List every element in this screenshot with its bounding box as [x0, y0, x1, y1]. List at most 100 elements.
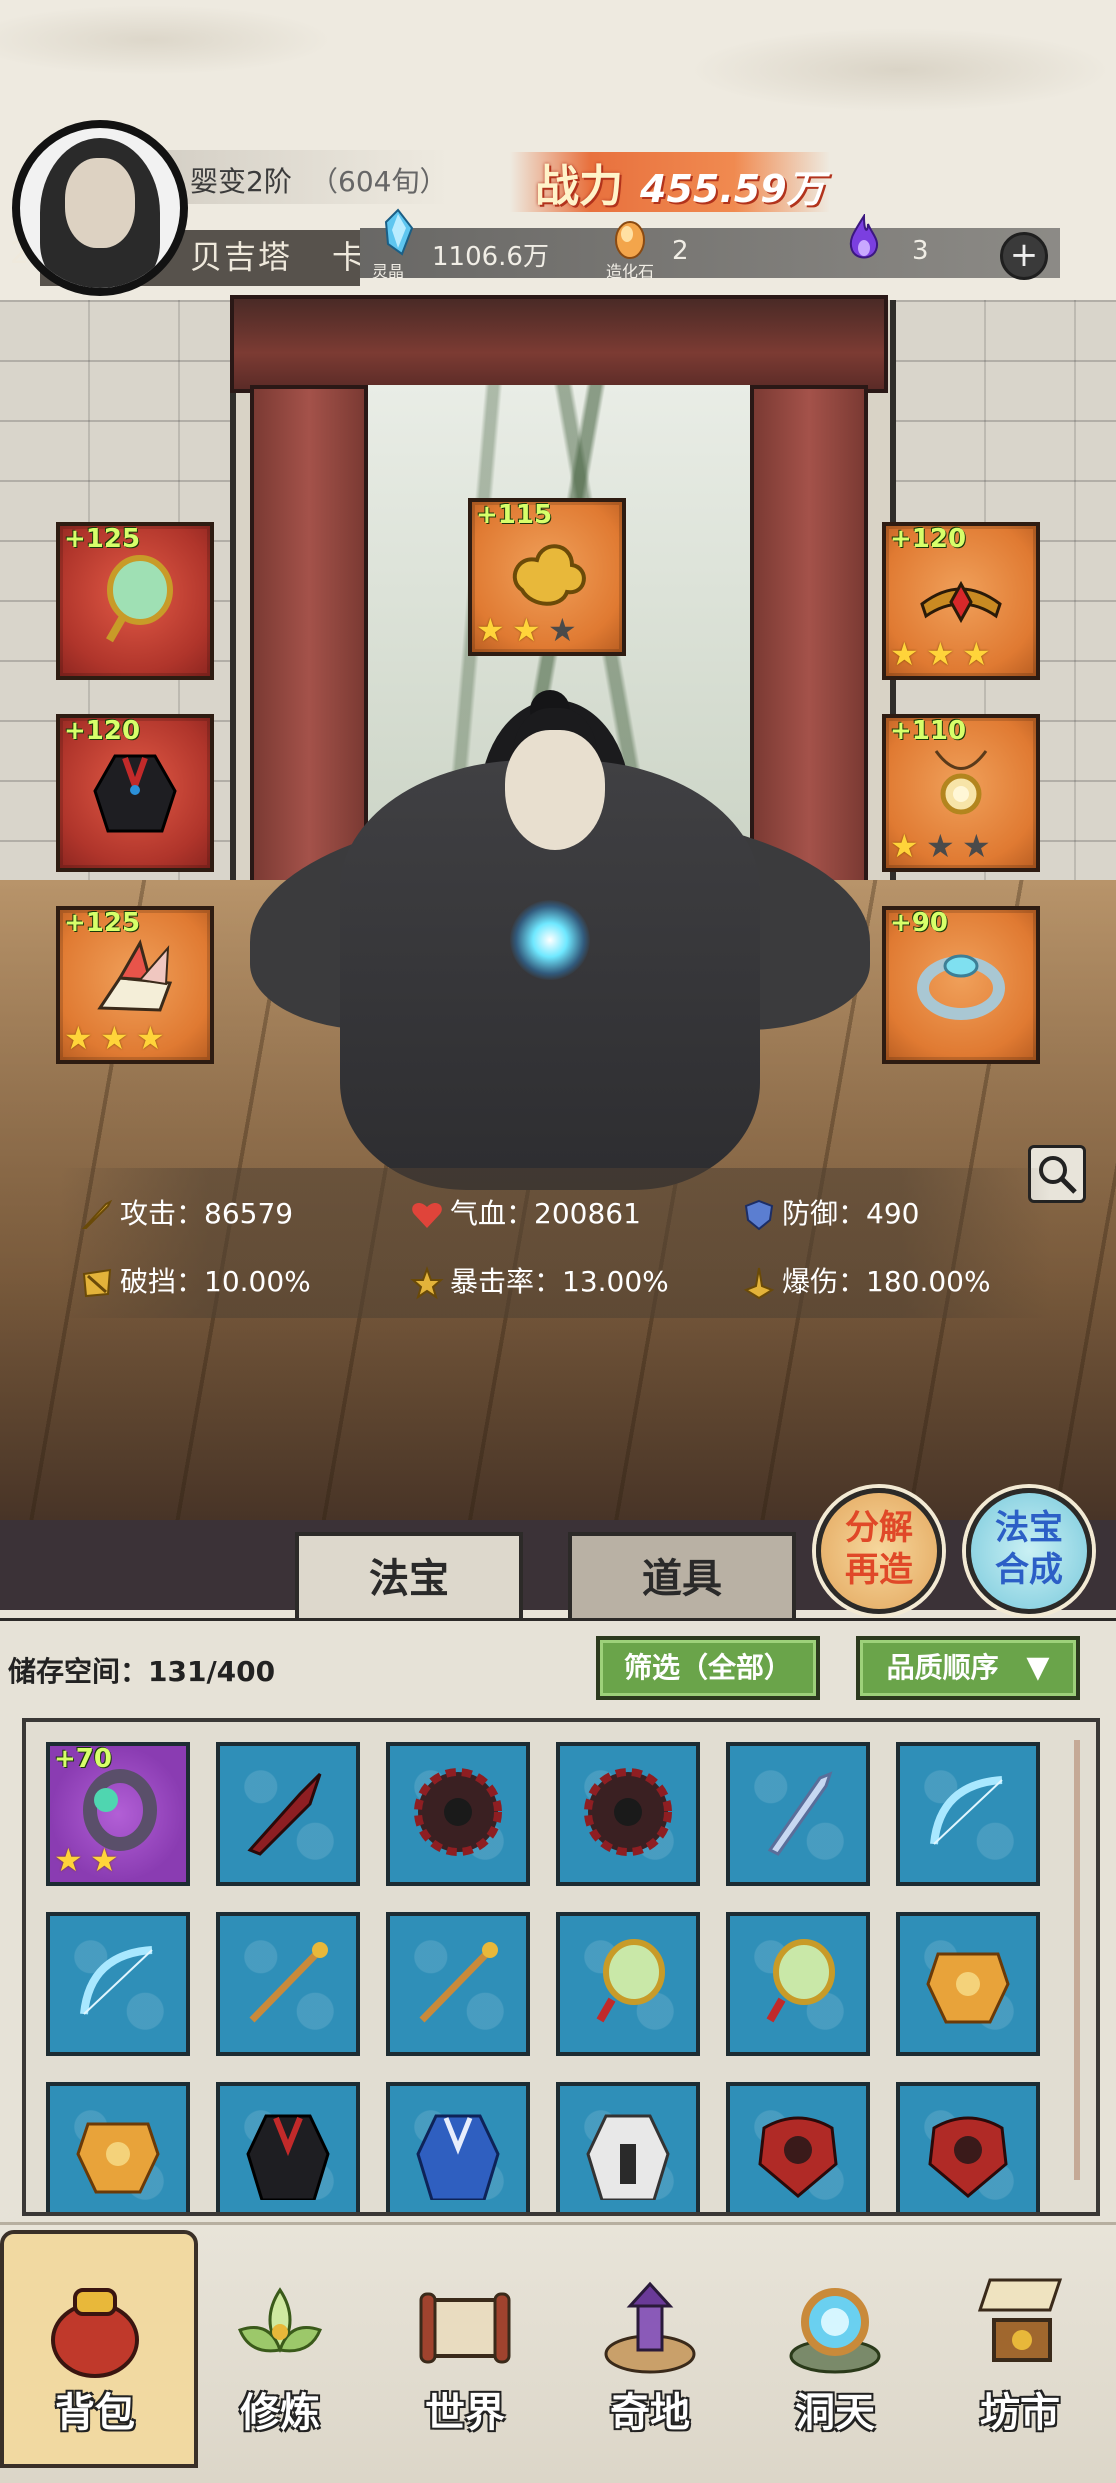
star-rating: ★ ★ ★ — [890, 638, 994, 674]
inventory-item[interactable] — [896, 1742, 1040, 1886]
stat-defense-text: 防御：490 — [782, 1197, 920, 1230]
stat-attack: 攻击：86579 — [80, 1192, 293, 1232]
inventory-item[interactable] — [386, 2082, 530, 2212]
nav-backpack[interactable]: 背包 — [5, 2260, 185, 2460]
equip-slot-right-3[interactable]: +90 — [882, 906, 1040, 1064]
merge-label: 法宝 合成 — [971, 1507, 1087, 1591]
add-resource-button[interactable]: + — [1000, 232, 1048, 280]
treasure-merge-button[interactable]: 法宝 合成 — [966, 1488, 1092, 1614]
inventory-item[interactable] — [216, 1742, 360, 1886]
white-robe-icon — [586, 2114, 670, 2200]
crit-rate-icon — [410, 1266, 444, 1300]
equip-slot-right-2[interactable]: +110 ★ ★ ★ — [882, 714, 1040, 872]
nav-market[interactable]: 坊市 — [930, 2260, 1110, 2460]
jade-fan-icon — [596, 1939, 665, 2023]
nav-world[interactable]: 世界 — [375, 2260, 555, 2460]
nav-cultivate[interactable]: 修炼 — [190, 2260, 370, 2460]
nav-secret-land[interactable]: 奇地 — [560, 2260, 740, 2460]
equip-slot-left-2[interactable]: +120 — [56, 714, 214, 872]
decompose-rebuild-button[interactable]: 分解 再造 — [816, 1488, 942, 1614]
inventory-item[interactable] — [726, 2082, 870, 2212]
crown-icon — [920, 580, 1002, 624]
lotus-icon — [238, 2287, 322, 2353]
stat-crit-damage: 爆伤：180.00% — [742, 1260, 991, 1300]
merge-label-line1: 法宝 — [995, 1508, 1063, 1548]
inventory-item[interactable] — [386, 1912, 530, 2056]
player-name: 贝吉塔卡 — [190, 232, 366, 278]
equip-slot-left-1[interactable]: +125 — [56, 522, 214, 680]
spirit-orb-icon — [510, 900, 590, 980]
purple-flame-icon — [849, 214, 878, 259]
character-topknot — [530, 690, 570, 730]
jade-fan-icon — [106, 555, 173, 643]
inventory-item[interactable] — [46, 1912, 190, 2056]
inventory-item[interactable] — [216, 2082, 360, 2212]
character-face — [505, 730, 605, 850]
inventory-item[interactable] — [386, 1742, 530, 1886]
equip-slot-right-1[interactable]: +120 ★ ★ ★ — [882, 522, 1040, 680]
stat-attack-text: 攻击：86579 — [120, 1197, 294, 1230]
stat-hp-text: 气血：200861 — [450, 1197, 641, 1230]
nav-label: 世界 — [425, 2390, 505, 2436]
sword-icon — [81, 1199, 113, 1229]
enhance-bonus: +115 — [476, 500, 553, 530]
scroll-map-icon — [419, 2292, 511, 2364]
inventory-item[interactable] — [46, 2082, 190, 2212]
star-rating: ★ ★ — [54, 1844, 122, 1880]
merge-label-line2: 合成 — [995, 1550, 1063, 1590]
sort-button[interactable]: 品质顺序 ▼ — [856, 1636, 1080, 1700]
enhance-bonus: +125 — [64, 524, 141, 554]
inventory-item[interactable] — [556, 2082, 700, 2212]
dark-robe-icon — [93, 754, 177, 833]
stat-break-block: 破挡：10.00% — [80, 1260, 311, 1300]
golden-armor-icon — [76, 2122, 160, 2194]
inventory-item[interactable] — [896, 2082, 1040, 2212]
inventory-item[interactable]: +70 ★ ★ — [46, 1742, 190, 1886]
filter-button[interactable]: 筛选（全部） — [596, 1636, 820, 1700]
enhance-bonus: +90 — [890, 908, 948, 938]
decompose-label-line1: 分解 — [845, 1508, 913, 1548]
market-icon — [977, 2278, 1063, 2362]
star-icon: ★ — [926, 635, 955, 673]
star-icon: ★ — [962, 827, 991, 865]
avatar[interactable] — [12, 120, 188, 296]
inventory-item[interactable] — [556, 1912, 700, 2056]
equip-slot-left-3[interactable]: +125 ★ ★ ★ — [56, 906, 214, 1064]
tab-magic-treasure[interactable]: 法宝 — [295, 1532, 523, 1622]
power-value: 455.59万 — [640, 167, 825, 211]
tab-items[interactable]: 道具 — [568, 1532, 796, 1622]
inventory-item[interactable] — [726, 1742, 870, 1886]
inventory-item[interactable] — [896, 1912, 1040, 2056]
left-door — [250, 385, 368, 913]
spirit-crystal-count: 1106.6万 — [432, 242, 549, 272]
purple-flame-count: 3 — [912, 236, 929, 266]
chevron-down-icon: ▼ — [1026, 1650, 1050, 1685]
decompose-label: 分解 再造 — [821, 1507, 937, 1591]
crit-damage-icon — [743, 1267, 775, 1300]
ice-bow-icon — [930, 1776, 1003, 1845]
inventory-grid: +70 ★ ★ — [22, 1718, 1100, 2216]
star-icon: ★ — [54, 1841, 83, 1879]
equip-slot-center[interactable]: +115 ★ ★ ★ — [468, 498, 626, 656]
inventory-item[interactable] — [556, 1742, 700, 1886]
inventory-item[interactable] — [726, 1912, 870, 2056]
red-armor-icon — [928, 2116, 1008, 2198]
inventory-scrollbar[interactable] — [1074, 1740, 1080, 2180]
nav-label: 坊市 — [980, 2390, 1060, 2436]
dark-sawblade-icon — [414, 1768, 502, 1856]
star-icon: ★ — [926, 827, 955, 865]
power-label: 战力 — [535, 161, 623, 212]
enhance-bonus: +125 — [64, 908, 141, 938]
dark-robe-icon — [246, 2114, 330, 2200]
player-name-text: 贝吉塔 — [190, 238, 293, 276]
nav-cave-heaven[interactable]: 洞天 — [745, 2260, 925, 2460]
inventory-item[interactable] — [216, 1912, 360, 2056]
avatar-face — [65, 158, 135, 248]
winged-boots-icon — [97, 939, 173, 1012]
stat-crit-rate-text: 暴击率：13.00% — [450, 1265, 669, 1298]
star-icon: ★ — [890, 827, 919, 865]
stat-crit-rate: 暴击率：13.00% — [410, 1260, 669, 1300]
star-icon: ★ — [548, 611, 577, 649]
star-icon: ★ — [890, 635, 919, 673]
pendant-icon — [934, 750, 988, 815]
